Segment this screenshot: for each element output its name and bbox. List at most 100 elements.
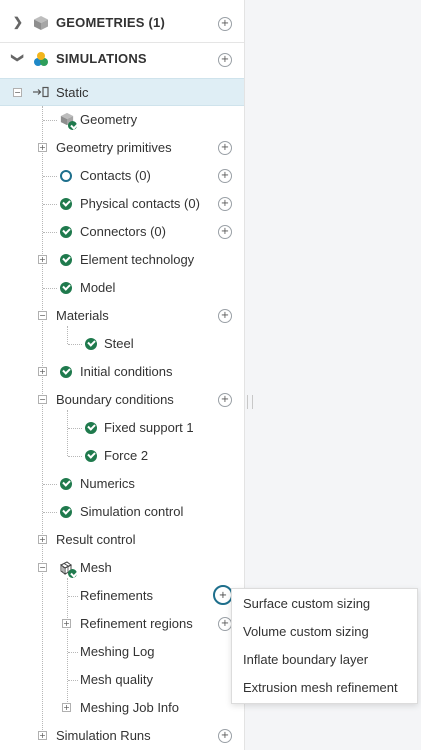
check-icon: [68, 121, 77, 130]
add-simulation-run-button[interactable]: +: [218, 729, 232, 743]
tree-connector: [43, 176, 57, 177]
check-icon: [60, 198, 72, 210]
add-refinement-region-button[interactable]: +: [218, 617, 232, 631]
tree-item-geometry-primitives[interactable]: + Geometry primitives +: [0, 134, 244, 162]
tree-item-label: Force 2: [104, 448, 149, 463]
menu-item-volume-custom-sizing[interactable]: Volume custom sizing: [243, 624, 369, 639]
tree-item-label: Meshing Job Info: [80, 700, 180, 715]
tree-connector: [43, 232, 57, 233]
check-icon: [85, 422, 97, 434]
tree-connector: [68, 652, 78, 653]
menu-item-extrusion-mesh-refinement[interactable]: Extrusion mesh refinement: [243, 680, 398, 695]
tree-item-label: Fixed support 1: [104, 420, 194, 435]
tree-item-numerics[interactable]: Numerics: [0, 470, 244, 498]
expand-toggle[interactable]: +: [38, 255, 47, 264]
tree-item-simulation-control[interactable]: Simulation control: [0, 498, 244, 526]
tree-item-connectors[interactable]: Connectors (0) +: [0, 218, 244, 246]
section-geometries[interactable]: ❯ GEOMETRIES (1): [0, 4, 244, 42]
expand-toggle[interactable]: +: [38, 367, 47, 376]
tree-item-label: Contacts (0): [80, 168, 151, 183]
add-refinement-button[interactable]: +: [213, 585, 233, 605]
tree-item-fixed-support[interactable]: Fixed support 1: [0, 414, 244, 442]
tree-item-force[interactable]: Force 2: [0, 442, 244, 470]
tree-connector: [68, 456, 82, 457]
tree-item-boundary-conditions[interactable]: − Boundary conditions +: [0, 386, 244, 414]
tree-connector: [43, 484, 57, 485]
chevron-right-icon[interactable]: ❯: [11, 15, 25, 29]
check-icon: [60, 226, 72, 238]
collapse-toggle[interactable]: −: [38, 311, 47, 320]
tree-item-refinement-regions[interactable]: + Refinement regions +: [0, 610, 244, 638]
section-label-simulations: SIMULATIONS: [56, 51, 147, 66]
collapse-toggle[interactable]: −: [38, 563, 47, 572]
tree-item-element-technology[interactable]: + Element technology: [0, 246, 244, 274]
add-refinement-context-menu: Surface custom sizing Volume custom sizi…: [231, 588, 418, 704]
add-physical-contact-button[interactable]: +: [218, 197, 232, 211]
tree-connector: [68, 428, 82, 429]
section-simulations[interactable]: ❯ SIMULATIONS: [0, 40, 244, 78]
add-material-button[interactable]: +: [218, 309, 232, 323]
tree-item-mesh-quality[interactable]: Mesh quality: [0, 666, 244, 694]
add-contact-button[interactable]: +: [218, 169, 232, 183]
menu-item-surface-custom-sizing[interactable]: Surface custom sizing: [243, 596, 370, 611]
tree-connector: [43, 120, 57, 121]
tree-item-geometry[interactable]: Geometry: [0, 106, 244, 134]
tree-item-model[interactable]: Model: [0, 274, 244, 302]
tree-item-steel[interactable]: Steel: [0, 330, 244, 358]
check-icon: [60, 366, 72, 378]
tree-item-result-control[interactable]: + Result control: [0, 526, 244, 554]
add-geometry-button[interactable]: +: [218, 17, 232, 31]
add-geometry-primitive-button[interactable]: +: [218, 141, 232, 155]
check-icon: [85, 338, 97, 350]
tree-item-label: Mesh quality: [80, 672, 153, 687]
add-boundary-condition-button[interactable]: +: [218, 393, 232, 407]
tree-item-label: Mesh: [80, 560, 112, 575]
tree-item-contacts[interactable]: Contacts (0) +: [0, 162, 244, 190]
tree-item-label: Result control: [56, 532, 136, 547]
check-icon: [60, 506, 72, 518]
tree-item-label: Steel: [104, 336, 134, 351]
expand-toggle[interactable]: +: [38, 535, 47, 544]
collapse-toggle[interactable]: −: [38, 395, 47, 404]
menu-item-inflate-boundary-layer[interactable]: Inflate boundary layer: [243, 652, 368, 667]
expand-toggle[interactable]: +: [62, 703, 71, 712]
tree-item-label: Static: [56, 85, 89, 100]
tree-item-label: Physical contacts (0): [80, 196, 200, 211]
tree-item-label: Connectors (0): [80, 224, 166, 239]
tree-item-refinements[interactable]: Refinements: [0, 582, 244, 610]
tree-connector: [68, 596, 78, 597]
tree-item-label: Numerics: [80, 476, 135, 491]
expand-toggle[interactable]: +: [62, 619, 71, 628]
chevron-down-icon[interactable]: ❯: [11, 51, 25, 65]
tree-item-label: Element technology: [80, 252, 195, 267]
tree-item-static[interactable]: − Static: [0, 78, 244, 106]
tree-item-label: Boundary conditions: [56, 392, 174, 407]
panel-resize-handle[interactable]: [247, 395, 253, 409]
check-icon: [60, 478, 72, 490]
tree-item-label: Refinement regions: [80, 616, 193, 631]
tree-item-label: Geometry: [80, 112, 138, 127]
tree-item-label: Materials: [56, 308, 109, 323]
check-icon: [68, 569, 77, 578]
check-icon: [85, 450, 97, 462]
check-icon: [60, 254, 72, 266]
tree-item-materials[interactable]: − Materials +: [0, 302, 244, 330]
tree-item-initial-conditions[interactable]: + Initial conditions: [0, 358, 244, 386]
collapse-toggle[interactable]: −: [13, 88, 22, 97]
tree-item-simulation-runs[interactable]: + Simulation Runs +: [0, 722, 244, 750]
add-simulation-button[interactable]: +: [218, 53, 232, 67]
expand-toggle[interactable]: +: [38, 143, 47, 152]
tree-connector: [68, 344, 82, 345]
expand-toggle[interactable]: +: [38, 731, 47, 740]
tree-item-meshing-log[interactable]: Meshing Log: [0, 638, 244, 666]
tree-item-label: Simulation Runs: [56, 728, 151, 743]
tree-connector: [43, 204, 57, 205]
tree-item-physical-contacts[interactable]: Physical contacts (0) +: [0, 190, 244, 218]
add-connector-button[interactable]: +: [218, 225, 232, 239]
check-icon: [60, 282, 72, 294]
tree-item-meshing-job-info[interactable]: + Meshing Job Info: [0, 694, 244, 722]
tree-item-mesh[interactable]: − Mesh: [0, 554, 244, 582]
pending-status-icon: [60, 170, 72, 182]
tree-item-label: Meshing Log: [80, 644, 155, 659]
simulation-tree-panel: ❯ GEOMETRIES (1) + ❯ SIMULATIONS + − Sta…: [0, 0, 245, 750]
